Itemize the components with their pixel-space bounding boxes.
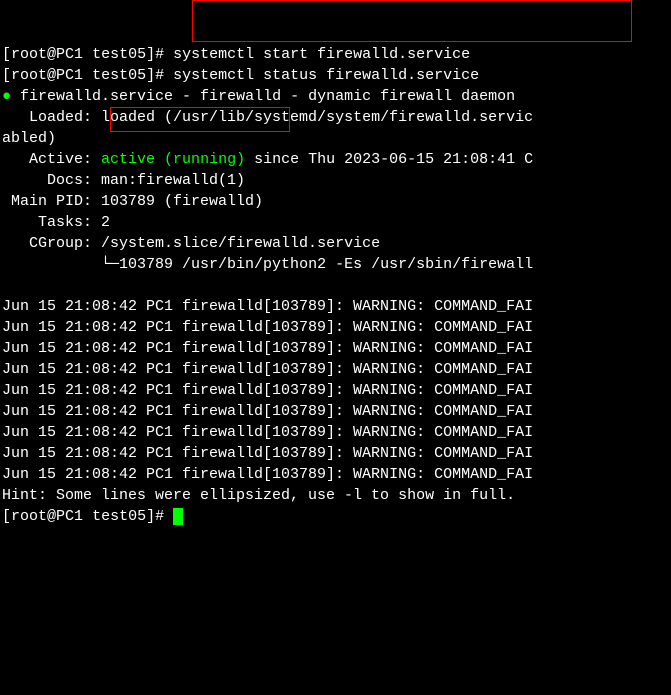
cgroup-child: └─103789 /usr/bin/python2 -Es /usr/sbin/… <box>101 256 533 273</box>
log-line: Jun 15 21:08:42 PC1 firewalld[103789]: W… <box>2 319 533 336</box>
log-line: Jun 15 21:08:42 PC1 firewalld[103789]: W… <box>2 340 533 357</box>
tasks-line: Tasks: 2 <box>38 214 110 231</box>
log-line: Jun 15 21:08:42 PC1 firewalld[103789]: W… <box>2 403 533 420</box>
status-bullet-icon: ● <box>2 88 11 105</box>
prompt-line-2: [root@PC1 test05]# systemctl status fire… <box>2 67 479 84</box>
command-1: systemctl start firewalld.service <box>173 46 470 63</box>
active-state: active (running) <box>101 151 245 168</box>
mainpid-line: Main PID: 103789 (firewalld) <box>11 193 263 210</box>
terminal-output: [root@PC1 test05]# systemctl start firew… <box>2 23 669 527</box>
cgroup-line: CGroup: /system.slice/firewalld.service <box>29 235 380 252</box>
docs-line: Docs: man:firewalld(1) <box>47 172 245 189</box>
cursor-icon <box>173 508 183 525</box>
log-line: Jun 15 21:08:42 PC1 firewalld[103789]: W… <box>2 298 533 315</box>
prompt-line-3[interactable]: [root@PC1 test05]# <box>2 508 183 525</box>
loaded-line: Loaded: loaded (/usr/lib/systemd/system/… <box>29 109 533 126</box>
log-line: Jun 15 21:08:42 PC1 firewalld[103789]: W… <box>2 382 533 399</box>
log-line: Jun 15 21:08:42 PC1 firewalld[103789]: W… <box>2 445 533 462</box>
service-header: firewalld.service - firewalld - dynamic … <box>20 88 515 105</box>
hint-line: Hint: Some lines were ellipsized, use -l… <box>2 487 515 504</box>
log-line: Jun 15 21:08:42 PC1 firewalld[103789]: W… <box>2 361 533 378</box>
log-line: Jun 15 21:08:42 PC1 firewalld[103789]: W… <box>2 424 533 441</box>
log-line: Jun 15 21:08:42 PC1 firewalld[103789]: W… <box>2 466 533 483</box>
prompt-line-1: [root@PC1 test05]# systemctl start firew… <box>2 46 470 63</box>
command-2: systemctl status firewalld.service <box>173 67 479 84</box>
